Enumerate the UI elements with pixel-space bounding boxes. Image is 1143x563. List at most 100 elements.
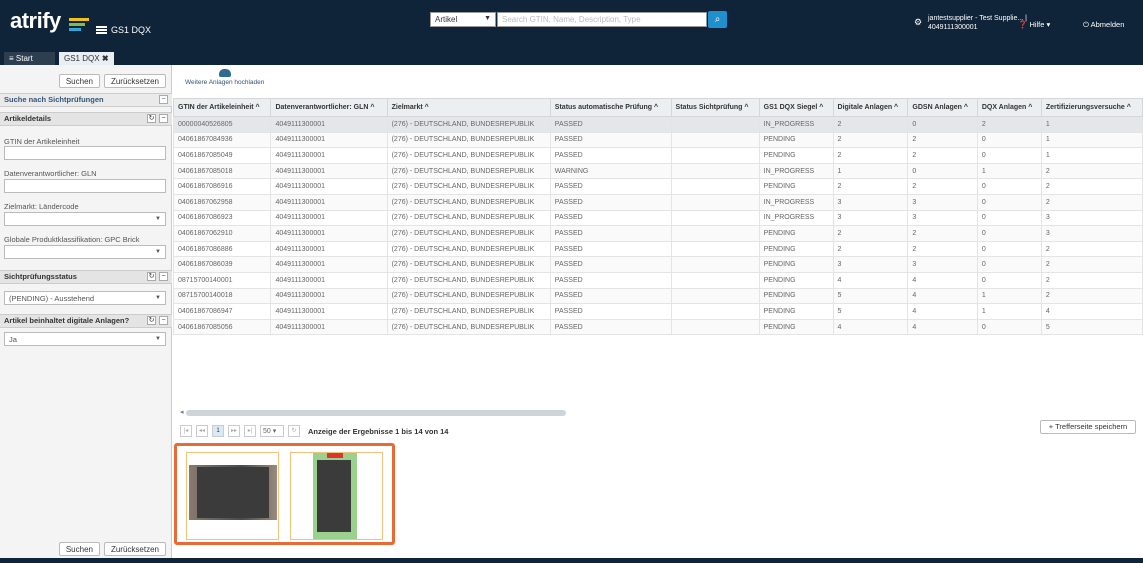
digital-assets-select[interactable]: Ja ▼ bbox=[4, 332, 166, 346]
table-cell bbox=[670, 116, 760, 133]
table-cell: 4049111300001 bbox=[270, 256, 388, 273]
collapse-icon[interactable]: − bbox=[159, 114, 168, 123]
current-page[interactable]: 1 bbox=[212, 425, 224, 437]
table-row[interactable]: 04061867085018 4049111300001 (276) - DEUTS… bbox=[172, 162, 1143, 180]
column-header[interactable]: GS1 DQX Siegel ^ bbox=[758, 98, 834, 117]
table-row[interactable]: 04061867086947 4049111300001 (276) - DEUTS… bbox=[172, 303, 1143, 320]
column-header[interactable]: GTIN der Artikeleinheit ^ bbox=[172, 98, 272, 117]
upload-assets-button[interactable]: Weitere Anlagen hochladen bbox=[185, 69, 264, 86]
tab-start[interactable]: ≡ Start bbox=[4, 52, 55, 65]
cloud-upload-icon bbox=[218, 69, 231, 77]
column-header[interactable]: Digitale Anlagen ^ bbox=[832, 98, 909, 117]
table-row[interactable]: 00000040526805 4049111300001 (276) - DEUTS… bbox=[172, 116, 1143, 133]
table-cell: (276) - DEUTSCHLAND, BUNDESREPUBLIK bbox=[386, 162, 551, 180]
table-cell: 2 bbox=[907, 147, 978, 164]
table-cell: 0 bbox=[907, 116, 978, 133]
table-cell: 5 bbox=[1040, 318, 1143, 336]
logout-button[interactable]: ⏻ Abmelden bbox=[1083, 20, 1124, 30]
gtin-input[interactable] bbox=[4, 146, 166, 160]
search-button[interactable]: Suchen bbox=[58, 74, 100, 88]
column-header[interactable]: Zertifizierungsversuche ^ bbox=[1040, 98, 1143, 117]
collapse-icon[interactable]: − bbox=[159, 95, 168, 104]
status-select[interactable]: (PENDING) - Ausstehend ▼ bbox=[4, 291, 166, 305]
scrollbar-thumb[interactable] bbox=[186, 410, 566, 416]
table-row[interactable]: 04061867085049 4049111300001 (276) - DEUTS… bbox=[172, 147, 1143, 164]
gln-input[interactable] bbox=[4, 179, 166, 193]
table-row[interactable]: 04061867086916 4049111300001 (276) - DEUTS… bbox=[172, 178, 1143, 195]
table-cell: (276) - DEUTSCHLAND, BUNDESREPUBLIK bbox=[386, 240, 551, 258]
table-cell: 4049111300001 bbox=[270, 193, 388, 211]
search-scope-select[interactable]: Artikel ▼ bbox=[430, 12, 496, 27]
atrify-logo[interactable]: atrify bbox=[10, 8, 61, 34]
horizontal-scrollbar[interactable]: ◂ bbox=[180, 409, 1140, 417]
module-label: GS1 DQX bbox=[111, 25, 152, 35]
page-size-select[interactable]: 50 ▾ bbox=[260, 425, 284, 437]
table-cell: 04061867062958 bbox=[172, 193, 272, 211]
first-page-icon[interactable]: |◂ bbox=[180, 425, 192, 437]
next-page-icon[interactable]: ▸▸ bbox=[228, 425, 240, 437]
table-cell: PENDING bbox=[758, 147, 834, 164]
market-select[interactable]: ▼ bbox=[4, 212, 166, 226]
refresh-icon[interactable]: ↻ bbox=[147, 272, 156, 281]
table-row[interactable]: 04061867062958 4049111300001 (276) - DEUTS… bbox=[172, 193, 1143, 211]
asset-thumbnail-1[interactable] bbox=[186, 452, 279, 540]
refresh-icon[interactable]: ↻ bbox=[147, 114, 156, 123]
close-icon[interactable]: ✖ bbox=[102, 54, 109, 63]
table-cell: PASSED bbox=[549, 116, 672, 133]
search-input[interactable]: Search GTIN, Name, Description, Type bbox=[497, 12, 707, 27]
asset-thumbnail-2[interactable] bbox=[290, 452, 383, 540]
table-row[interactable]: 08715700140018 4049111300001 (276) - DEUTS… bbox=[172, 287, 1143, 305]
article-details-header[interactable]: Artikeldetails ↻ − bbox=[0, 112, 172, 126]
column-header[interactable]: Status automatische Prüfung ^ bbox=[549, 98, 672, 117]
table-cell: 2 bbox=[1040, 287, 1143, 305]
column-header[interactable]: DQX Anlagen ^ bbox=[976, 98, 1042, 117]
table-header-row: GTIN der Artikeleinheit ^ Datenverantwort… bbox=[172, 98, 1143, 117]
visual-check-status-header[interactable]: Sichtprüfungsstatus ↻ − bbox=[0, 270, 172, 284]
search-button[interactable]: ⌕ bbox=[708, 11, 727, 28]
table-cell: 4 bbox=[907, 287, 978, 305]
table-row[interactable]: 04061867084936 4049111300001 (276) - DEUTS… bbox=[172, 131, 1143, 149]
digital-assets-header[interactable]: Artikel beinhaltet digitale Anlagen? ↻ − bbox=[0, 314, 172, 328]
table-cell: 0 bbox=[976, 209, 1042, 227]
table-cell: (276) - DEUTSCHLAND, BUNDESREPUBLIK bbox=[386, 271, 551, 289]
scroll-left-icon[interactable]: ◂ bbox=[180, 408, 184, 416]
tab-gs1-dqx[interactable]: GS1 DQX ✖ bbox=[59, 52, 114, 65]
collapse-icon[interactable]: − bbox=[159, 272, 168, 281]
prev-page-icon[interactable]: ◂◂ bbox=[196, 425, 208, 437]
table-row[interactable]: 04061867086923 4049111300001 (276) - DEUTS… bbox=[172, 209, 1143, 227]
table-row[interactable]: 04061867062910 4049111300001 (276) - DEUTS… bbox=[172, 225, 1143, 242]
last-page-icon[interactable]: ▸| bbox=[244, 425, 256, 437]
saved-search-header[interactable]: Suche nach Sichtprüfungen − bbox=[0, 93, 172, 107]
search-button-bottom[interactable]: Suchen bbox=[58, 542, 100, 556]
table-cell: 00000040526805 bbox=[172, 116, 272, 133]
table-cell: 4 bbox=[1040, 303, 1143, 320]
table-row[interactable]: 04061867086886 4049111300001 (276) - DEUTS… bbox=[172, 240, 1143, 258]
asset-image-cap bbox=[327, 453, 343, 458]
table-cell: 04061867062910 bbox=[172, 225, 272, 242]
gln-label: Datenverantwortlicher: GLN bbox=[4, 169, 97, 178]
table-body: 00000040526805 4049111300001 (276) - DEUTS… bbox=[172, 116, 1143, 336]
reset-button-bottom[interactable]: Zurücksetzen bbox=[103, 542, 166, 556]
table-cell bbox=[670, 318, 760, 336]
help-menu[interactable]: ❓ Hilfe ▾ bbox=[1018, 20, 1050, 29]
table-row[interactable]: 04061867086039 4049111300001 (276) - DEUTS… bbox=[172, 256, 1143, 273]
page-size-value: 50 bbox=[263, 428, 271, 435]
refresh-icon[interactable]: ↻ bbox=[288, 425, 300, 437]
save-results-button[interactable]: + Trefferseite speichern bbox=[1040, 420, 1136, 434]
refresh-icon[interactable]: ↻ bbox=[147, 316, 156, 325]
collapse-icon[interactable]: − bbox=[159, 316, 168, 325]
reset-button[interactable]: Zurücksetzen bbox=[103, 74, 166, 88]
column-header[interactable]: Status Sichtprüfung ^ bbox=[670, 98, 760, 117]
table-row[interactable]: 04061867085056 4049111300001 (276) - DEUTS… bbox=[172, 318, 1143, 336]
module-title: GS1 DQX bbox=[96, 25, 151, 35]
column-header[interactable]: GDSN Anlagen ^ bbox=[907, 98, 978, 117]
table-cell: 2 bbox=[907, 131, 978, 149]
column-header[interactable]: Datenverantwortlicher: GLN ^ bbox=[270, 98, 388, 117]
column-header[interactable]: Zielmarkt ^ bbox=[386, 98, 551, 117]
table-cell: (276) - DEUTSCHLAND, BUNDESREPUBLIK bbox=[386, 193, 551, 211]
table-row[interactable]: 08715700140001 4049111300001 (276) - DEUTS… bbox=[172, 271, 1143, 289]
gpc-select[interactable]: ▼ bbox=[4, 245, 166, 259]
status-select-value: (PENDING) - Ausstehend bbox=[9, 294, 95, 303]
table-cell bbox=[670, 193, 760, 211]
table-cell: PASSED bbox=[549, 131, 672, 149]
